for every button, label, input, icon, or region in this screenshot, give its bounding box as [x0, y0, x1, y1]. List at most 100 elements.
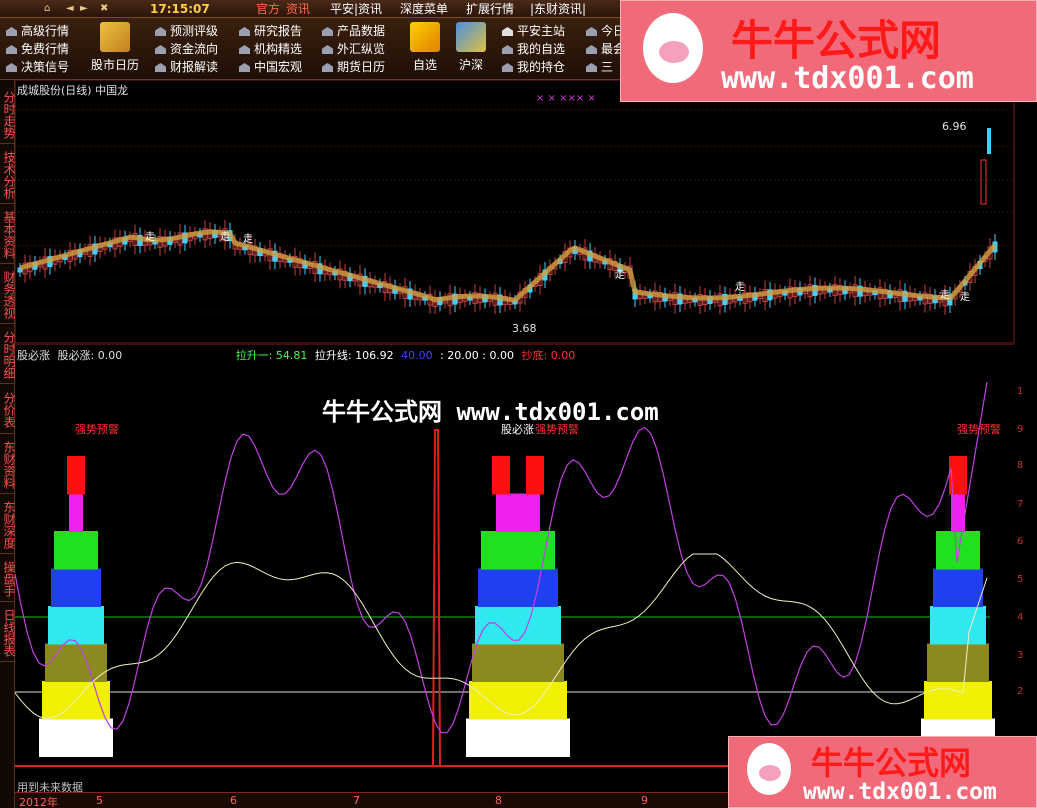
time-tick: 9 [641, 794, 648, 807]
left-vertical-tabs: 分时走势 技术分析 基本资料 财务透视 分时明细 分价表 东财资料 东财深度 操… [0, 80, 16, 808]
chart-icon [456, 22, 486, 52]
toolbar-pingan-main[interactable]: 平安主站 [502, 22, 565, 40]
signal-stacks [39, 456, 995, 757]
tower-block [478, 568, 558, 607]
alert-label-right: 强势预警 [957, 423, 1001, 436]
menu-official[interactable]: 官方 [256, 1, 280, 17]
tab-dongcai-info[interactable]: 东财资料 [0, 436, 16, 494]
y-tick: 5 [1017, 574, 1024, 585]
time-tick-year: 2012年 [19, 796, 58, 808]
tower-block [927, 643, 989, 682]
toolbar-my-watchlist[interactable]: 我的自选 [502, 40, 565, 58]
house-icon [155, 63, 166, 72]
tower-block [39, 718, 113, 757]
house-icon [155, 27, 166, 36]
walk-marker: 走 [940, 289, 950, 301]
tower-block [472, 643, 564, 682]
y-tick: 4 [1017, 612, 1024, 623]
tower-block [67, 456, 85, 495]
toolbar-market-calendar[interactable]: 股市日历 [90, 22, 140, 73]
house-icon [6, 63, 17, 72]
ma-band [19, 229, 997, 303]
tab-technical[interactable]: 技术分析 [0, 146, 16, 204]
tower-block [481, 531, 555, 570]
alert-label-left: 强势预警 [75, 423, 119, 436]
house-icon [586, 27, 597, 36]
tab-finance[interactable]: 财务透视 [0, 266, 16, 324]
tower-block [936, 531, 980, 570]
tower-block [466, 718, 570, 757]
tower-block [469, 681, 567, 720]
toolbar-three[interactable]: 三 [586, 58, 613, 76]
walk-marker: 走 [243, 233, 253, 245]
toolbar-institution-picks[interactable]: 机构精选 [239, 40, 302, 58]
house-icon [239, 45, 250, 54]
tower-block [69, 493, 83, 532]
toolbar-free-quotes[interactable]: 免费行情 [6, 40, 69, 58]
menu-depth[interactable]: 深度菜单 [400, 1, 448, 17]
toolbar-product-data[interactable]: 产品数据 [322, 22, 385, 40]
y-tick: 6 [1017, 536, 1024, 547]
house-icon [239, 27, 250, 36]
tab-price-table[interactable]: 分价表 [0, 386, 16, 434]
tower-block [930, 606, 986, 645]
watermark-brand: 牛牛公式网 [731, 16, 942, 65]
tower-block [45, 643, 107, 682]
tab-daily-report[interactable]: 日线报表 [0, 604, 16, 662]
tower-block [48, 606, 104, 645]
low-price-label: 3.68 [512, 322, 537, 335]
house-icon [155, 45, 166, 54]
house-icon [502, 45, 513, 54]
y-tick: 1 [1017, 386, 1024, 397]
menu-dongcai-news[interactable]: |东财资讯| [530, 1, 586, 17]
tab-intraday[interactable]: 分时走势 [0, 86, 16, 144]
toolbar-advanced-quotes[interactable]: 高级行情 [6, 22, 69, 40]
tower-block [54, 531, 98, 570]
time-tick: 7 [353, 794, 360, 807]
toolbar-decision-signal[interactable]: 决策信号 [6, 58, 69, 76]
toolbar-report-analysis[interactable]: 财报解读 [155, 58, 218, 76]
toolbar-forex-overview[interactable]: 外汇纵览 [322, 40, 385, 58]
time-tick: 5 [96, 794, 103, 807]
candlesticks [17, 128, 998, 315]
toolbar-watchlist[interactable]: 自选 [400, 22, 450, 73]
forward-icon[interactable]: ► [80, 2, 88, 16]
house-icon [322, 27, 333, 36]
back-icon[interactable]: ◄ [66, 2, 74, 16]
tower-block [526, 456, 544, 495]
cow-nose-icon [659, 41, 689, 63]
tools-icon[interactable]: ✖ [100, 2, 108, 16]
home-icon[interactable]: ⌂ [44, 2, 50, 16]
walk-marker: 走 [735, 281, 745, 293]
clock: 17:15:07 [150, 2, 210, 16]
house-icon [502, 63, 513, 72]
tab-tick-detail[interactable]: 分时明细 [0, 326, 16, 384]
menu-extended-quotes[interactable]: 扩展行情 [466, 1, 514, 17]
y-tick: 3 [1017, 650, 1024, 661]
tab-dongcai-depth[interactable]: 东财深度 [0, 496, 16, 554]
y-tick: 2 [1017, 686, 1024, 697]
toolbar-forecast-rating[interactable]: 预测评级 [155, 22, 218, 40]
menu-pingan-news[interactable]: 平安|资讯 [330, 1, 382, 17]
tower-block [492, 456, 510, 495]
toolbar-shanghai-shenzhen[interactable]: 沪深 [446, 22, 496, 73]
tower-block [475, 606, 561, 645]
tower-block [924, 681, 992, 720]
tab-trader[interactable]: 操盘手 [0, 556, 16, 602]
yen-icon [410, 22, 440, 52]
house-icon [322, 63, 333, 72]
house-icon [586, 45, 597, 54]
watermark-brand: 牛牛公式网 [811, 744, 972, 782]
walk-marker: 走 [615, 269, 625, 281]
walk-marker: 走 [145, 231, 155, 243]
toolbar-research-report[interactable]: 研究报告 [239, 22, 302, 40]
toolbar-my-holdings[interactable]: 我的持仓 [502, 58, 565, 76]
time-tick: 8 [495, 794, 502, 807]
toolbar-fund-flow[interactable]: 资金流向 [155, 40, 218, 58]
menu-news[interactable]: 资讯 [286, 1, 310, 17]
kline-chart[interactable]: 走走走走走走走 [15, 80, 1015, 344]
tab-basic-info[interactable]: 基本资料 [0, 206, 16, 264]
house-icon [6, 45, 17, 54]
toolbar-futures-calendar[interactable]: 期货日历 [322, 58, 385, 76]
toolbar-china-macro[interactable]: 中国宏观 [239, 58, 302, 76]
